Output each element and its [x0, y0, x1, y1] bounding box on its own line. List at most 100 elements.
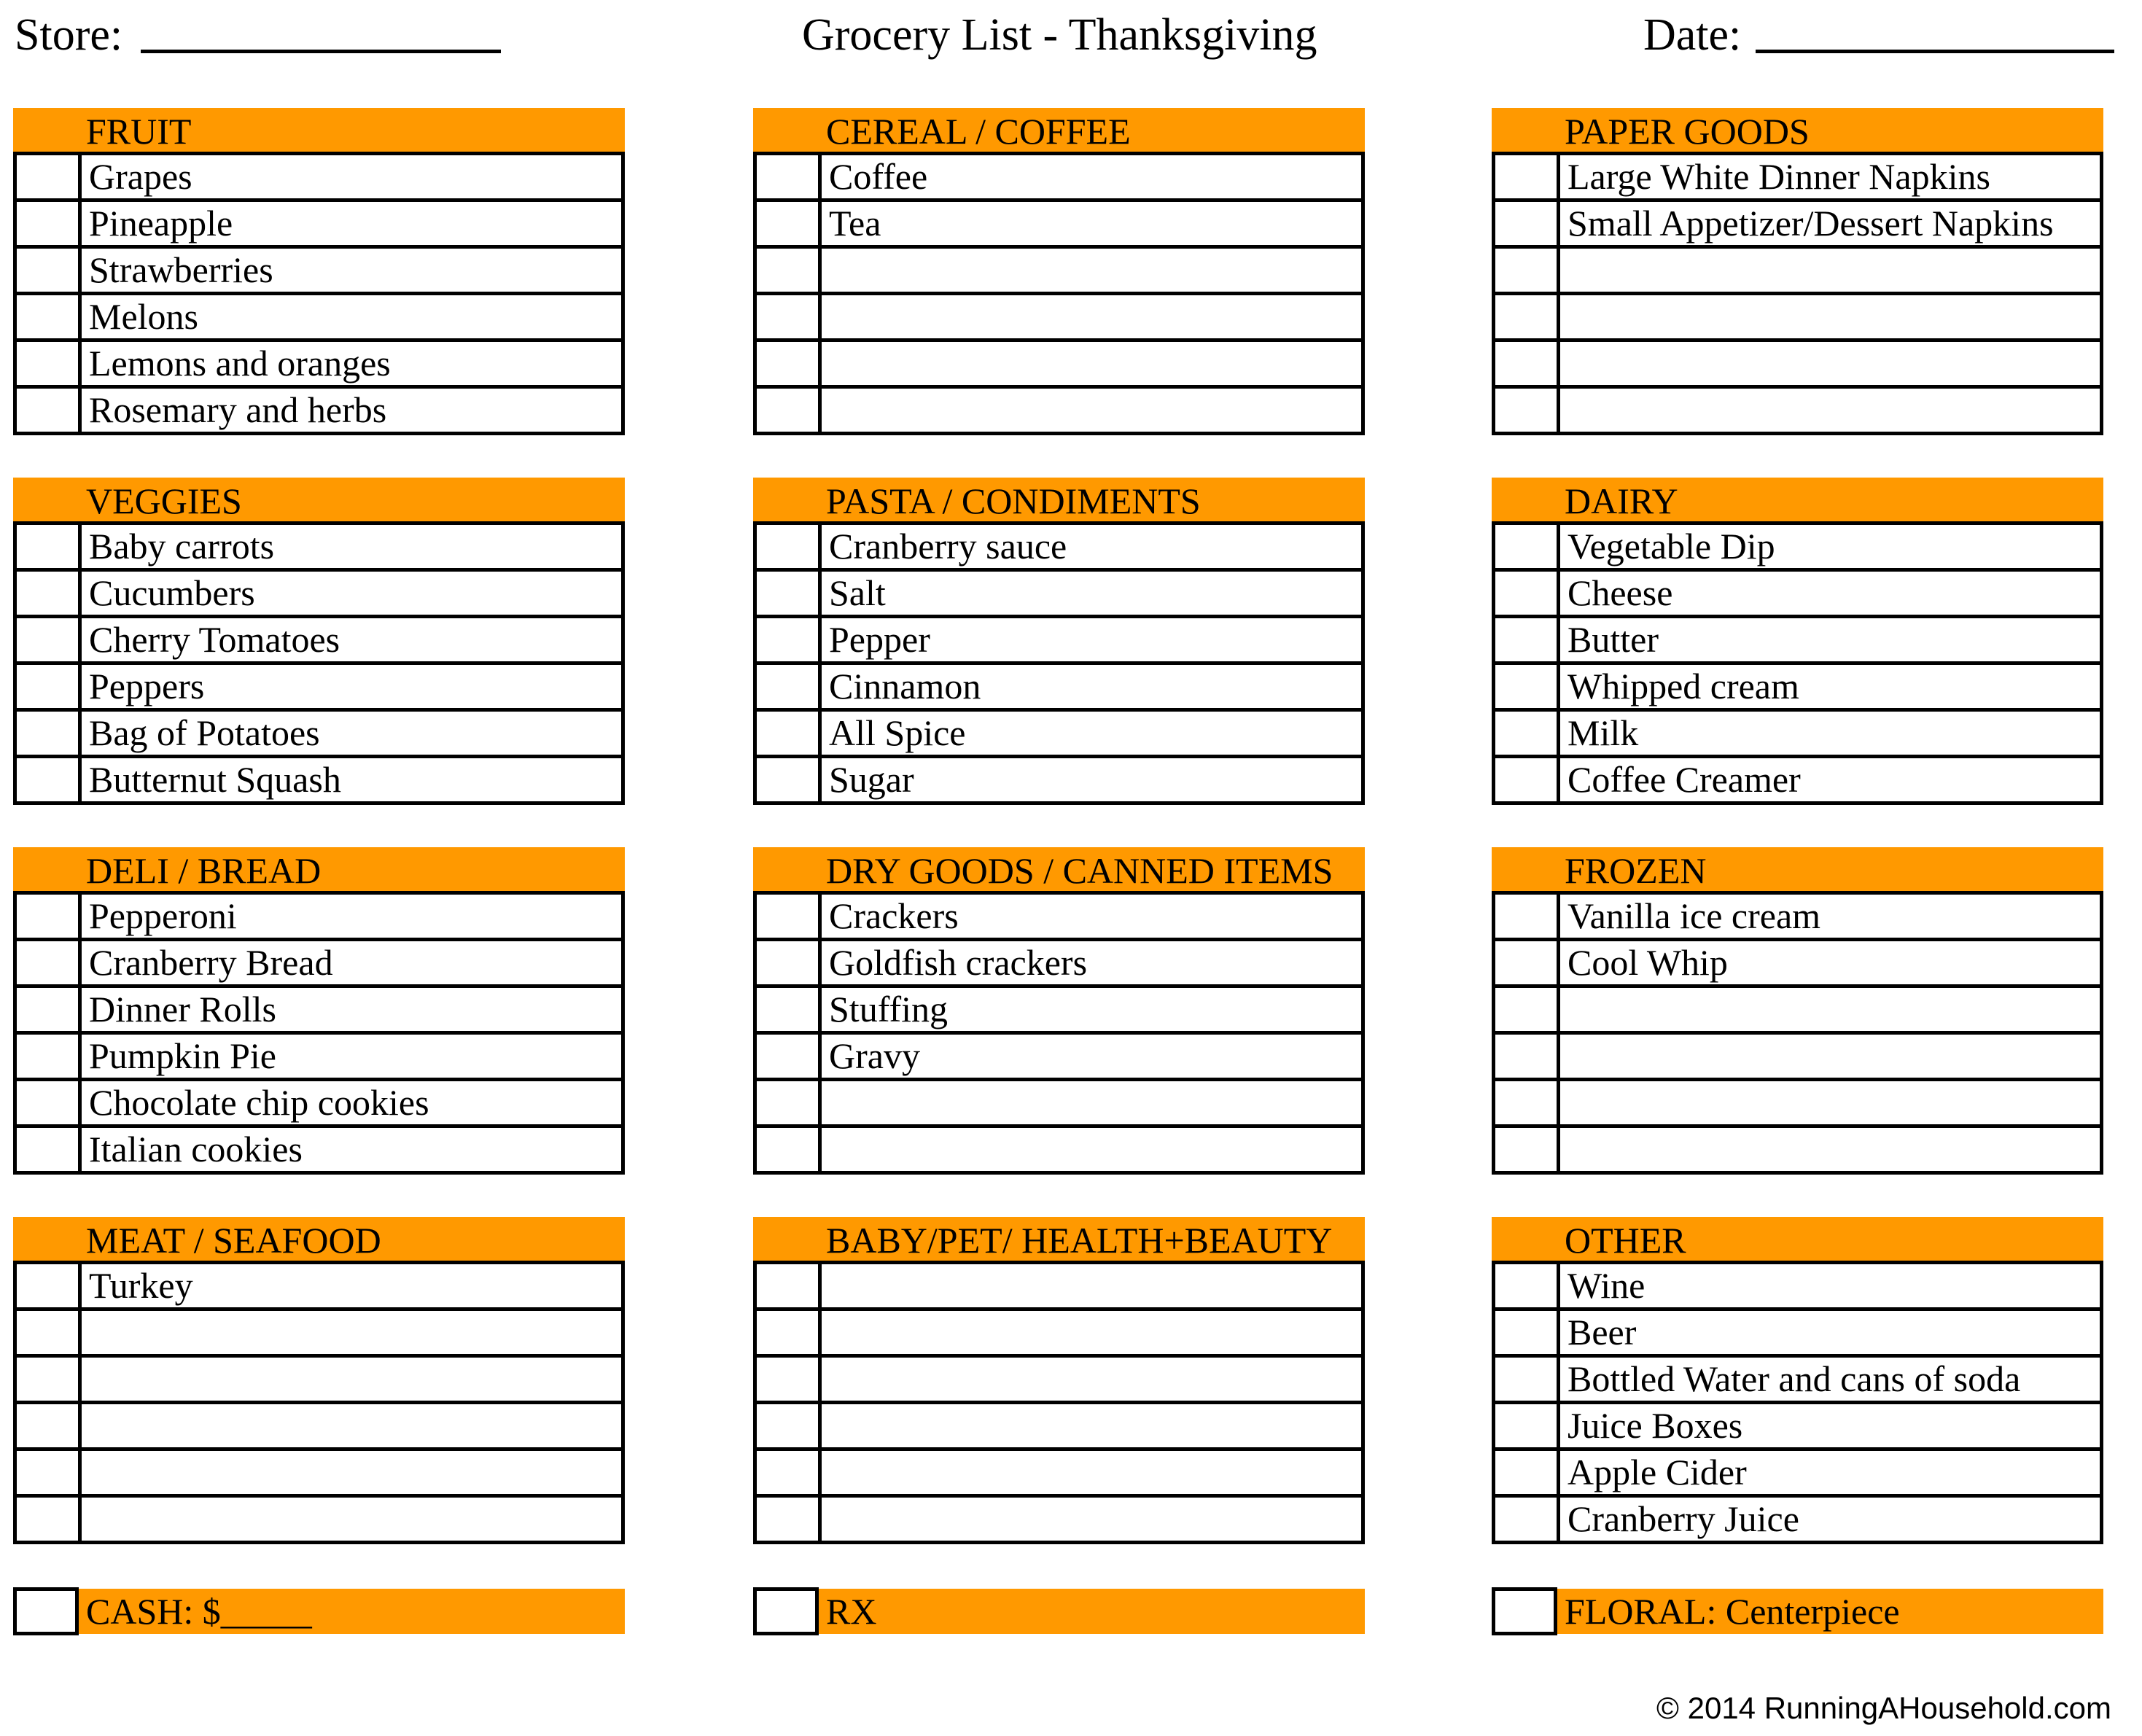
item-text[interactable]: Large White Dinner Napkins: [1560, 155, 2100, 198]
item-checkbox[interactable]: [1495, 202, 1560, 245]
item-checkbox[interactable]: [1495, 1311, 1560, 1354]
item-text[interactable]: Beer: [1560, 1311, 2100, 1354]
item-text[interactable]: Pineapple: [82, 202, 621, 245]
item-text[interactable]: Pepperoni: [82, 895, 621, 938]
item-checkbox[interactable]: [757, 249, 822, 292]
item-checkbox[interactable]: [17, 249, 82, 292]
item-text[interactable]: [1560, 389, 2100, 432]
item-text[interactable]: Tea: [822, 202, 1361, 245]
item-text[interactable]: Milk: [1560, 712, 2100, 755]
item-text[interactable]: Turkey: [82, 1264, 621, 1307]
item-text[interactable]: Goldfish crackers: [822, 941, 1361, 984]
item-checkbox[interactable]: [1495, 1081, 1560, 1124]
item-text[interactable]: [1560, 1081, 2100, 1124]
item-text[interactable]: [822, 342, 1361, 385]
item-text[interactable]: [822, 1498, 1361, 1541]
item-checkbox[interactable]: [757, 1035, 822, 1078]
item-checkbox[interactable]: [17, 988, 82, 1031]
item-text[interactable]: Peppers: [82, 665, 621, 708]
item-checkbox[interactable]: [757, 155, 822, 198]
item-text[interactable]: Cucumbers: [82, 572, 621, 615]
item-checkbox[interactable]: [17, 1404, 82, 1447]
item-checkbox[interactable]: [1495, 712, 1560, 755]
item-checkbox[interactable]: [17, 1035, 82, 1078]
item-text[interactable]: Strawberries: [82, 249, 621, 292]
item-checkbox[interactable]: [1495, 618, 1560, 661]
item-checkbox[interactable]: [1495, 1498, 1560, 1541]
item-checkbox[interactable]: [17, 1311, 82, 1354]
item-checkbox[interactable]: [1495, 295, 1560, 338]
item-checkbox[interactable]: [757, 941, 822, 984]
item-checkbox[interactable]: [757, 895, 822, 938]
item-checkbox[interactable]: [17, 618, 82, 661]
item-checkbox[interactable]: [757, 1404, 822, 1447]
item-text[interactable]: Grapes: [82, 155, 621, 198]
item-text[interactable]: [822, 1128, 1361, 1171]
item-text[interactable]: [1560, 295, 2100, 338]
item-text[interactable]: [1560, 988, 2100, 1031]
item-text[interactable]: Coffee: [822, 155, 1361, 198]
item-checkbox[interactable]: [1495, 1451, 1560, 1494]
item-text[interactable]: Cranberry Bread: [82, 941, 621, 984]
item-checkbox[interactable]: [17, 1128, 82, 1171]
item-text[interactable]: Vegetable Dip: [1560, 525, 2100, 568]
item-checkbox[interactable]: [17, 202, 82, 245]
item-text[interactable]: Cheese: [1560, 572, 2100, 615]
item-checkbox[interactable]: [1495, 988, 1560, 1031]
item-text[interactable]: Italian cookies: [82, 1128, 621, 1171]
item-text[interactable]: Coffee Creamer: [1560, 758, 2100, 801]
item-text[interactable]: Chocolate chip cookies: [82, 1081, 621, 1124]
item-text[interactable]: Wine: [1560, 1264, 2100, 1307]
item-checkbox[interactable]: [1495, 941, 1560, 984]
item-checkbox[interactable]: [1495, 389, 1560, 432]
item-checkbox[interactable]: [757, 1264, 822, 1307]
item-checkbox[interactable]: [1495, 525, 1560, 568]
item-checkbox[interactable]: [1495, 895, 1560, 938]
item-checkbox[interactable]: [17, 758, 82, 801]
item-checkbox[interactable]: [757, 295, 822, 338]
item-text[interactable]: [82, 1404, 621, 1447]
item-text[interactable]: Butter: [1560, 618, 2100, 661]
item-checkbox[interactable]: [1495, 758, 1560, 801]
item-text[interactable]: [822, 295, 1361, 338]
item-text[interactable]: Rosemary and herbs: [82, 389, 621, 432]
item-checkbox[interactable]: [757, 618, 822, 661]
item-checkbox[interactable]: [757, 1498, 822, 1541]
extra-checkbox[interactable]: [753, 1587, 819, 1635]
item-text[interactable]: [822, 1311, 1361, 1354]
item-checkbox[interactable]: [17, 1358, 82, 1401]
item-text[interactable]: Salt: [822, 572, 1361, 615]
item-checkbox[interactable]: [1495, 342, 1560, 385]
item-text[interactable]: [822, 389, 1361, 432]
item-checkbox[interactable]: [757, 572, 822, 615]
item-checkbox[interactable]: [17, 525, 82, 568]
date-blank-line[interactable]: [1756, 50, 2114, 53]
item-text[interactable]: All Spice: [822, 712, 1361, 755]
item-text[interactable]: [822, 249, 1361, 292]
extra-checkbox[interactable]: [1492, 1587, 1557, 1635]
item-text[interactable]: [822, 1081, 1361, 1124]
item-checkbox[interactable]: [17, 1081, 82, 1124]
item-checkbox[interactable]: [757, 202, 822, 245]
item-checkbox[interactable]: [17, 712, 82, 755]
item-text[interactable]: [82, 1358, 621, 1401]
item-text[interactable]: Cherry Tomatoes: [82, 618, 621, 661]
item-checkbox[interactable]: [1495, 665, 1560, 708]
item-checkbox[interactable]: [17, 941, 82, 984]
item-text[interactable]: [82, 1451, 621, 1494]
item-checkbox[interactable]: [1495, 1404, 1560, 1447]
item-checkbox[interactable]: [757, 1451, 822, 1494]
extra-checkbox[interactable]: [13, 1587, 79, 1635]
item-text[interactable]: [822, 1264, 1361, 1307]
item-text[interactable]: Pumpkin Pie: [82, 1035, 621, 1078]
item-text[interactable]: Stuffing: [822, 988, 1361, 1031]
item-text[interactable]: Cool Whip: [1560, 941, 2100, 984]
item-checkbox[interactable]: [17, 1451, 82, 1494]
item-checkbox[interactable]: [757, 342, 822, 385]
item-checkbox[interactable]: [1495, 1128, 1560, 1171]
item-checkbox[interactable]: [757, 1311, 822, 1354]
item-text[interactable]: [1560, 249, 2100, 292]
item-checkbox[interactable]: [1495, 1035, 1560, 1078]
item-text[interactable]: Cranberry Juice: [1560, 1498, 2100, 1541]
item-checkbox[interactable]: [1495, 572, 1560, 615]
